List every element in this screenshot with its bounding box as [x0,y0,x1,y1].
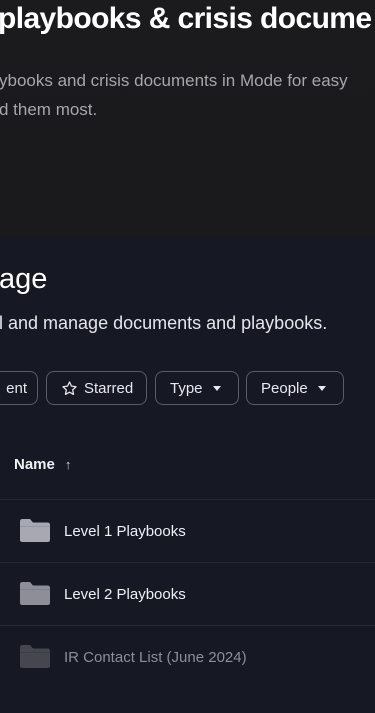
filter-people-dropdown[interactable]: People [246,371,344,405]
filter-starred-label: Starred [84,379,134,397]
manage-subtitle: l and manage documents and playbooks. [0,313,328,333]
row-label: Level 2 Playbooks [64,585,186,603]
caret-down-icon [212,385,221,391]
filter-starred-button[interactable]: Starred [46,371,147,405]
manage-title: age [0,263,48,295]
folder-icon [20,645,50,668]
name-column-header[interactable]: Name ↑ [14,456,71,473]
hero-title: playbooks & crisis docume [0,2,372,35]
table-row[interactable]: Level 1 Playbooks [0,500,375,562]
manage-section: age l and manage documents and playbooks… [0,238,375,713]
filter-type-dropdown[interactable]: Type [155,371,239,405]
row-label: Level 1 Playbooks [64,522,186,540]
row-label: IR Contact List (June 2024) [64,648,247,666]
folder-icon [20,519,50,542]
folder-icon [20,582,50,605]
filter-people-label: People [261,379,308,397]
caret-down-icon [317,385,326,391]
hero-section: playbooks & crisis docume ybooks and cri… [0,0,375,238]
page: playbooks & crisis docume ybooks and cri… [0,0,375,713]
filter-type-label: Type [170,379,203,397]
hero-description: ybooks and crisis documents in Mode for … [0,66,348,124]
filter-recent-button[interactable]: ent [0,371,38,405]
table-row[interactable]: Level 2 Playbooks [0,563,375,625]
hero-description-line: ybooks and crisis documents in Mode for … [0,71,348,90]
arrow-up-icon: ↑ [64,457,72,472]
name-column-label: Name [14,456,55,473]
star-icon [61,380,78,397]
table-row[interactable]: IR Contact List (June 2024) [0,626,375,688]
filter-recent-label: ent [6,379,27,397]
hero-description-line: d them most. [0,100,98,119]
